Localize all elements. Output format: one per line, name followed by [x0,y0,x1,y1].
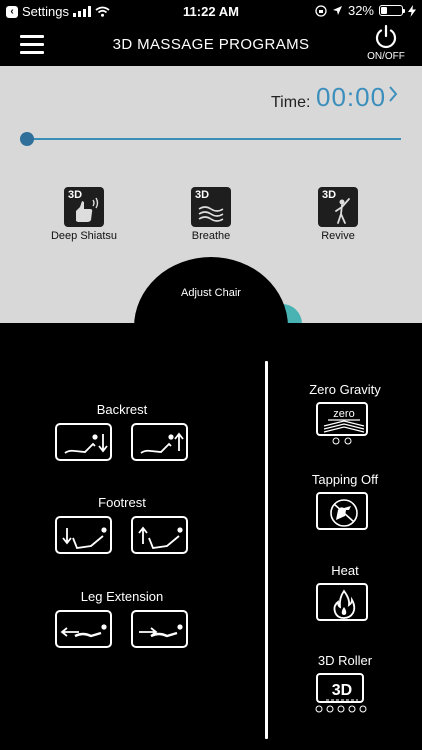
zero-gravity-title: Zero Gravity [309,382,381,397]
program-label: Deep Shiatsu [50,230,118,242]
backrest-raise-icon [140,432,184,454]
status-bar: ‹ Settings 11:22 AM 32% [0,0,422,24]
battery-fill [381,7,387,14]
time-label: Time: [271,94,311,111]
zero-gravity-button[interactable]: zero [316,402,368,436]
program-label: Breathe [191,230,231,242]
footrest-raise-icon [138,526,183,549]
battery-icon [379,5,405,16]
location-arrow-icon [332,6,342,15]
leg-retract-button[interactable] [55,610,112,648]
tapping-icon [330,499,358,527]
leg-extension-title: Leg Extension [80,589,164,604]
footrest-lower-icon [62,527,107,549]
backrest-raise-button[interactable] [131,423,188,461]
program-revive[interactable]: 3D Revive [288,187,388,242]
rotation-lock-icon [315,4,327,17]
page-title: 3D MASSAGE PROGRAMS [112,36,310,53]
section-divider [265,361,268,739]
backrest-title: Backrest [96,402,148,417]
3d-roller-icon: 3D [326,682,358,701]
3d-roller-title: 3D Roller [317,653,373,668]
3d-roller-dots-icon [315,705,367,713]
leg-extend-icon [139,624,183,638]
time-slider-thumb[interactable] [20,132,34,146]
footrest-raise-button[interactable] [131,516,188,554]
tapping-title: Tapping Off [311,472,379,487]
svg-text:zero: zero [333,408,354,420]
program-breathe[interactable]: 3D Breathe [161,187,261,242]
tapping-button[interactable] [316,492,368,530]
leg-retract-icon [60,624,107,638]
svg-text:3D: 3D [332,682,352,699]
time-value[interactable]: 00:00 [316,82,386,113]
breathe-waves-icon: 3D [191,187,231,227]
chevron-right-icon[interactable] [387,84,399,104]
heat-title: Heat [331,563,359,578]
footrest-title: Footrest [98,495,146,510]
zero-gravity-icon: zero [323,408,365,433]
battery-percent: 32% [347,3,374,18]
power-button[interactable]: ON/OFF [360,24,412,66]
footrest-lower-button[interactable] [55,516,112,554]
3d-roller-button[interactable]: 3D [316,673,364,703]
power-icon [375,24,397,49]
backrest-recline-button[interactable] [55,423,112,461]
flame-icon [333,589,356,619]
backrest-recline-icon [64,434,108,454]
adjust-chair-label[interactable]: Adjust Chair [134,287,288,299]
leg-extend-button[interactable] [131,610,188,648]
nav-bar: 3D MASSAGE PROGRAMS ON/OFF [0,24,422,66]
revive-figure-icon: 3D [318,187,358,227]
program-deep-shiatsu[interactable]: 3D Deep Shiatsu [34,187,134,242]
power-label: ON/OFF [367,51,405,62]
program-label: Revive [321,230,355,242]
heat-button[interactable] [316,583,368,621]
time-slider-track[interactable] [28,138,401,140]
shiatsu-hand-icon: 3D [64,187,104,227]
zero-gravity-dots-icon [332,437,352,445]
charging-bolt-icon [408,4,416,17]
